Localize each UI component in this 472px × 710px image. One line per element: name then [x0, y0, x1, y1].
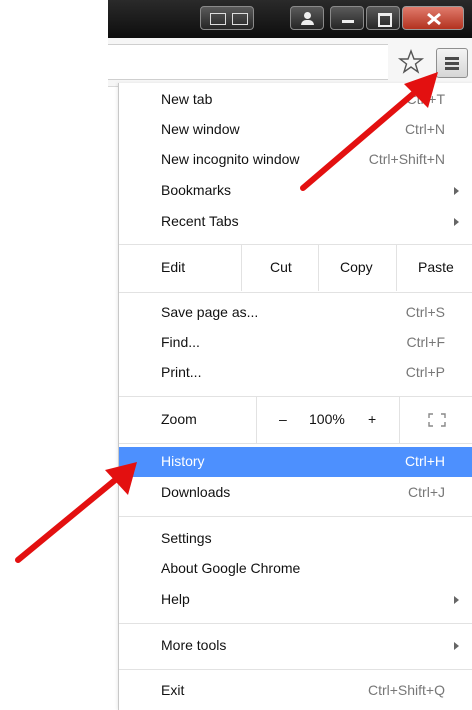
submenu-arrow-icon — [454, 187, 459, 195]
copy-label: Copy — [340, 259, 373, 275]
menu-item-shortcut: Ctrl+P — [405, 364, 445, 380]
menu-item-shortcut: Ctrl+F — [406, 334, 446, 350]
menu-item-label: Find... — [161, 334, 200, 350]
menu-separator — [119, 669, 472, 670]
menu-item-shortcut: Ctrl+Shift+N — [368, 151, 445, 167]
cut-label: Cut — [270, 259, 292, 275]
submenu-arrow-icon — [454, 218, 459, 226]
menu-item-exit[interactable]: Exit Ctrl+Shift+Q — [119, 676, 472, 706]
menu-item-help[interactable]: Help — [119, 585, 472, 615]
menu-item-save-page-as[interactable]: Save page as... Ctrl+S — [119, 298, 472, 328]
menu-separator — [119, 292, 472, 293]
chrome-menu: New tab Ctrl+T New window Ctrl+N New inc… — [118, 83, 472, 710]
menu-item-bookmarks[interactable]: Bookmarks — [119, 176, 472, 206]
menu-separator — [119, 516, 472, 517]
edit-row: Edit Cut Copy Paste — [119, 245, 472, 291]
menu-item-print[interactable]: Print... Ctrl+P — [119, 358, 472, 388]
maximize-button[interactable] — [366, 6, 400, 30]
menu-item-about-google-chrome[interactable]: About Google Chrome — [119, 554, 472, 584]
menu-item-shortcut: Ctrl+J — [408, 484, 445, 500]
window-titlebar — [108, 0, 472, 38]
menu-item-label: Settings — [161, 530, 212, 546]
menu-item-label: Print... — [161, 364, 202, 380]
menu-item-shortcut: Ctrl+H — [404, 453, 445, 469]
menu-item-label: New tab — [161, 91, 213, 107]
cut-button[interactable]: Cut — [241, 245, 318, 291]
menu-item-new-incognito-window[interactable]: New incognito window Ctrl+Shift+N — [119, 145, 472, 175]
menu-item-recent-tabs[interactable]: Recent Tabs — [119, 207, 472, 237]
menu-item-label: Bookmarks — [161, 182, 232, 198]
profile-button[interactable] — [290, 6, 324, 30]
close-icon — [427, 12, 441, 26]
window-arrange-buttons[interactable] — [200, 6, 254, 30]
menu-item-find[interactable]: Find... Ctrl+F — [119, 328, 472, 358]
zoom-in-button[interactable]: + — [368, 411, 376, 427]
submenu-arrow-icon — [454, 596, 459, 604]
zoom-label: Zoom — [161, 411, 197, 427]
menu-item-label: About Google Chrome — [161, 560, 301, 576]
address-bar[interactable] — [108, 44, 388, 80]
menu-item-label: Downloads — [161, 484, 231, 500]
menu-item-new-window[interactable]: New window Ctrl+N — [119, 115, 472, 145]
menu-item-label: More tools — [161, 637, 227, 653]
minimize-button[interactable] — [330, 6, 364, 30]
menu-item-settings[interactable]: Settings — [119, 524, 472, 554]
menu-item-shortcut: Ctrl+Shift+Q — [367, 682, 445, 698]
menu-item-shortcut: Ctrl+T — [406, 91, 446, 107]
menu-separator — [119, 623, 472, 624]
star-outline-icon — [397, 49, 425, 74]
menu-item-label: Save page as... — [161, 304, 259, 320]
menu-item-label: Recent Tabs — [161, 213, 239, 229]
menu-separator — [119, 443, 472, 444]
paste-button[interactable]: Paste — [396, 245, 472, 291]
fullscreen-icon — [428, 413, 446, 427]
menu-item-label: New window — [161, 121, 240, 137]
menu-item-label: Help — [161, 591, 190, 607]
close-window-button[interactable] — [402, 6, 464, 30]
chrome-menu-button[interactable] — [436, 48, 468, 78]
copy-button[interactable]: Copy — [318, 245, 396, 291]
submenu-arrow-icon — [454, 642, 459, 650]
menu-item-downloads[interactable]: Downloads Ctrl+J — [119, 478, 472, 508]
zoom-row: Zoom – 100% + — [119, 397, 472, 443]
menu-item-more-tools[interactable]: More tools — [119, 631, 472, 661]
fullscreen-button[interactable] — [399, 397, 472, 443]
menu-item-history[interactable]: History Ctrl+H — [119, 447, 472, 477]
menu-item-new-tab[interactable]: New tab Ctrl+T — [119, 85, 472, 115]
menu-item-label: New incognito window — [161, 151, 300, 167]
zoom-controls: – 100% + — [256, 397, 399, 443]
menu-item-shortcut: Ctrl+S — [405, 304, 445, 320]
paste-label: Paste — [418, 259, 454, 275]
zoom-level: 100% — [309, 411, 345, 427]
browser-toolbar — [108, 38, 472, 87]
menu-item-label: Exit — [161, 682, 185, 698]
bookmark-star-button[interactable] — [397, 48, 425, 76]
edit-label: Edit — [161, 259, 186, 275]
menu-item-label: History — [161, 453, 205, 469]
menu-item-shortcut: Ctrl+N — [404, 121, 445, 137]
zoom-out-button[interactable]: – — [279, 411, 287, 427]
